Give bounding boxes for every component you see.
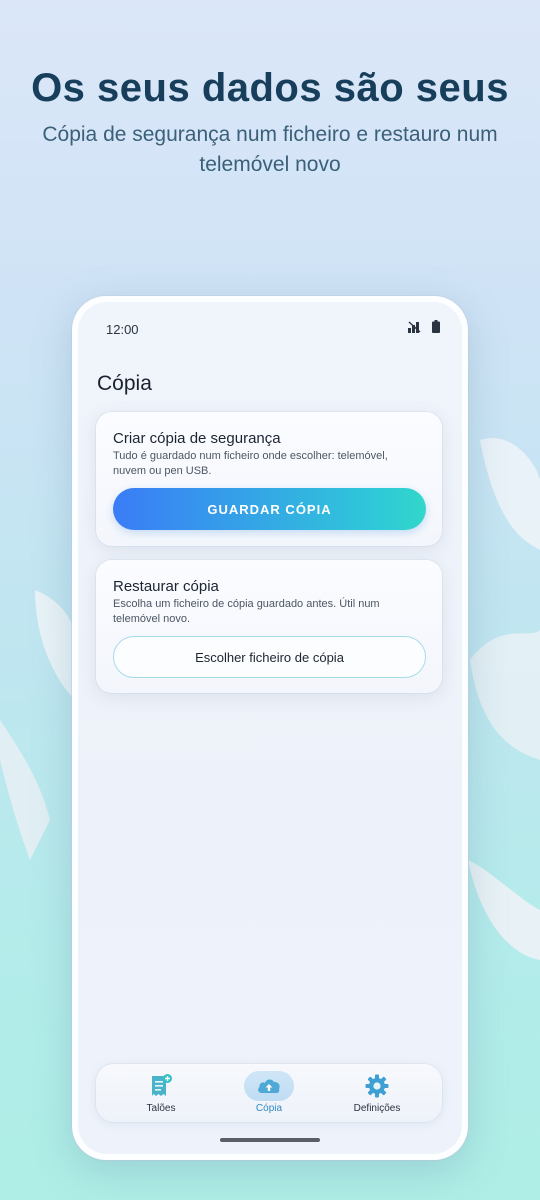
restore-card-description: Escolha um ficheiro de cópia guardado an… bbox=[113, 598, 380, 625]
battery-icon bbox=[432, 320, 440, 338]
save-backup-button[interactable]: GUARDAR CÓPIA bbox=[113, 488, 426, 530]
signal-icon bbox=[408, 320, 422, 338]
nav-label-receipts: Talões bbox=[146, 1103, 176, 1114]
page-title: Cópia bbox=[97, 372, 152, 395]
paper-decoration-left bbox=[0, 590, 75, 860]
headline: Os seus dados são seus bbox=[31, 66, 509, 110]
bottom-navigation: Talões Cópia Definições bbox=[96, 1064, 442, 1122]
receipt-icon bbox=[148, 1073, 174, 1099]
restore-card: Restaurar cópia Escolha um ficheiro de c… bbox=[96, 560, 442, 693]
backup-card: Criar cópia de segurança Tudo é guardado… bbox=[96, 412, 442, 546]
cloud-upload-icon bbox=[256, 1073, 282, 1099]
nav-label-backup: Cópia bbox=[255, 1103, 283, 1114]
nav-item-receipts[interactable]: Talões bbox=[116, 1070, 206, 1118]
status-time: 12:00 bbox=[106, 322, 139, 337]
gear-icon bbox=[364, 1073, 390, 1099]
home-indicator bbox=[220, 1138, 320, 1142]
subline: Cópia de segurança num ficheiro e restau… bbox=[42, 123, 498, 176]
nav-item-backup[interactable]: Cópia bbox=[224, 1070, 314, 1118]
status-icons bbox=[408, 320, 440, 338]
phone-mockup: 12:00 Cópia Criar cópia de segurança Tud… bbox=[72, 296, 468, 1160]
nav-label-settings: Definições bbox=[353, 1103, 401, 1114]
backup-card-description: Tudo é guardado num ficheiro onde escolh… bbox=[113, 450, 388, 477]
backup-card-title: Criar cópia de segurança bbox=[113, 430, 281, 447]
nav-item-settings[interactable]: Definições bbox=[332, 1070, 422, 1118]
phone-screen: 12:00 Cópia Criar cópia de segurança Tud… bbox=[78, 302, 462, 1154]
restore-card-title: Restaurar cópia bbox=[113, 578, 219, 595]
choose-backup-file-button[interactable]: Escolher ficheiro de cópia bbox=[113, 636, 426, 678]
